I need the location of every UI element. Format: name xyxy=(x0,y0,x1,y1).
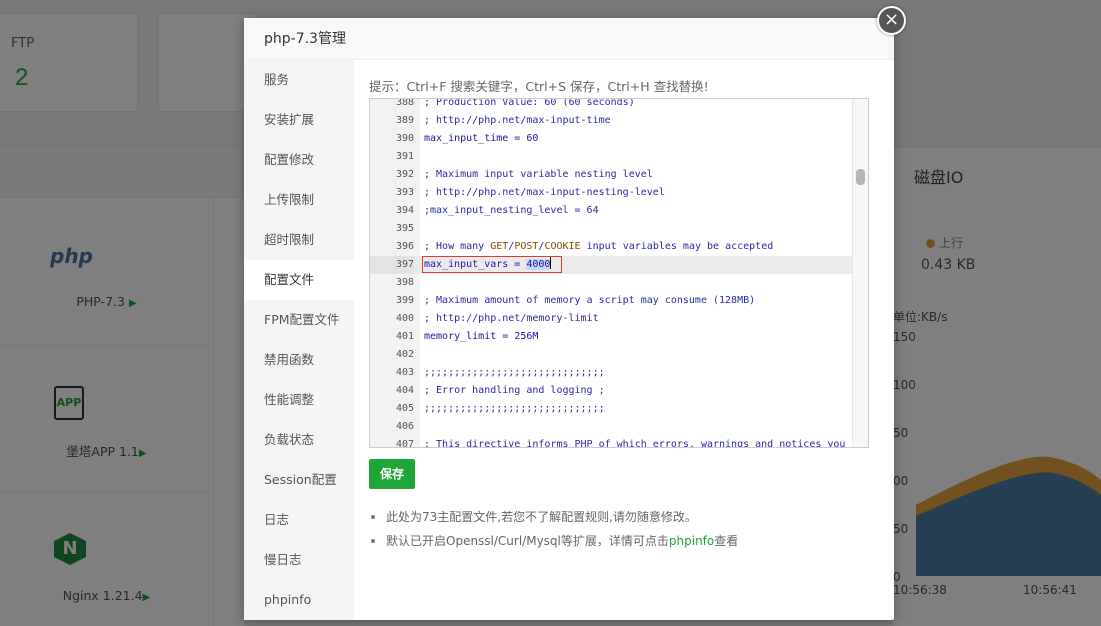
editor-scrollbar[interactable] xyxy=(852,99,868,447)
editor-line[interactable]: 400 ; http://php.net/memory-limit xyxy=(370,310,852,328)
line-number: 404 xyxy=(395,385,414,396)
sidebar-item[interactable]: 配置文件 xyxy=(244,260,354,300)
line-number: 391 xyxy=(395,151,414,162)
line-code[interactable]: max_input_time = 60 xyxy=(424,130,538,148)
line-number: 399 xyxy=(395,295,414,306)
dialog-sidebar: 服务 安装扩展 配置修改 上传限制 超时限制 配置文件 FPM配置文件 禁用函数 性能调整 负载状… xyxy=(244,60,354,620)
sidebar-item[interactable]: 慢日志 xyxy=(244,540,354,580)
code-editor[interactable]: 388; Production Value: 60 (60 seconds) 38… xyxy=(369,98,869,448)
shortcut-hint: 提示：Ctrl+F 搜索关键字，Ctrl+S 保存，Ctrl+H 查找替换! xyxy=(369,79,709,94)
editor-line[interactable]: 391 xyxy=(370,148,852,166)
close-icon[interactable]: × xyxy=(877,6,906,35)
line-code[interactable]: ; Production Value: 60 (60 seconds) xyxy=(424,99,635,112)
notes-list: 此处为73主配置文件,若您不了解配置规则,请勿随意修改。 默认已开启Openss… xyxy=(369,507,738,555)
line-code[interactable]: ; http://php.net/memory-limit xyxy=(424,310,599,328)
line-number: 406 xyxy=(395,421,414,432)
line-number: 401 xyxy=(395,331,414,342)
line-code[interactable]: ; http://php.net/max-input-nesting-level xyxy=(424,184,665,202)
phpinfo-link[interactable]: phpinfo xyxy=(669,534,714,548)
sidebar-item[interactable]: FPM配置文件 xyxy=(244,300,354,340)
editor-line[interactable]: 399 ; Maximum amount of memory a script m… xyxy=(370,292,852,310)
scrollbar-thumb[interactable] xyxy=(856,169,865,185)
sidebar-item[interactable]: 禁用函数 xyxy=(244,340,354,380)
sidebar-item[interactable]: 性能调整 xyxy=(244,380,354,420)
line-code[interactable]: ;;;;;;;;;;;;;;;;;;;;;;;;;;;;;; xyxy=(424,400,605,418)
line-code[interactable]: ; How many GET/POST/COOKIE input variabl… xyxy=(424,238,773,256)
line-number: 390 xyxy=(395,133,414,144)
line-number: 389 xyxy=(395,115,414,126)
editor-line[interactable]: 398 xyxy=(370,274,852,292)
editor-line[interactable]: 388 ; Production Value: 60 (60 seconds) xyxy=(370,98,852,112)
line-number: 405 xyxy=(395,403,414,414)
editor-line[interactable]: 389 ; http://php.net/max-input-time xyxy=(370,112,852,130)
dialog-title: php-7.3管理 xyxy=(244,18,894,60)
highlighted-setting[interactable]: max_input_vars = 4000 xyxy=(422,256,563,273)
sidebar-item[interactable]: 服务 xyxy=(244,60,354,100)
php-manage-dialog: php-7.3管理 服务 安装扩展 配置修改 上传限制 超时限制 配置文件 FPM配置文件禁… xyxy=(244,18,894,620)
line-number: 397 xyxy=(370,256,414,274)
line-number: 403 xyxy=(395,367,414,378)
editor-line[interactable]: 396 ; How many GET/POST/COOKIE input vari… xyxy=(370,238,852,256)
note-item: 此处为73主配置文件,若您不了解配置规则,请勿随意修改。 xyxy=(369,507,738,531)
line-number: 395 xyxy=(395,223,414,234)
sidebar-item[interactable]: 安装扩展 xyxy=(244,100,354,140)
config-file-panel: 提示：Ctrl+F 搜索关键字，Ctrl+S 保存，Ctrl+H 查找替换! 3… xyxy=(354,60,894,620)
editor-line[interactable]: 395 xyxy=(370,220,852,238)
editor-line[interactable]: 397 max_input_vars = 4000 xyxy=(370,256,852,274)
line-number: 393 xyxy=(395,187,414,198)
line-code[interactable]: max_input_vars = 4000 xyxy=(422,256,563,274)
line-code[interactable]: ; Error handling and logging ; xyxy=(424,382,605,400)
line-number: 407 xyxy=(395,439,414,448)
line-code[interactable]: ;;;;;;;;;;;;;;;;;;;;;;;;;;;;;; xyxy=(424,364,605,382)
line-code[interactable]: ; Maximum input variable nesting level xyxy=(424,166,653,184)
editor-line[interactable]: 406 xyxy=(370,418,852,436)
editor-line[interactable]: 401 memory_limit = 256M xyxy=(370,328,852,346)
save-button[interactable]: 保存 xyxy=(369,459,415,489)
editor-line[interactable]: 407 ; This directive informs PHP of which… xyxy=(370,436,852,448)
editor-line[interactable]: 402 xyxy=(370,346,852,364)
sidebar-item[interactable]: 日志 xyxy=(244,500,354,540)
selected-value[interactable]: 4000 xyxy=(526,259,551,270)
editor-line[interactable]: 404 ; Error handling and logging ; xyxy=(370,382,852,400)
line-number: 396 xyxy=(395,241,414,252)
note-item: 默认已开启Openssl/Curl/Mysql等扩展，详情可点击phpinfo查… xyxy=(369,531,738,555)
editor-line[interactable]: 393 ; http://php.net/max-input-nesting-le… xyxy=(370,184,852,202)
editor-line[interactable]: 403;;;;;;;;;;;;;;;;;;;;;;;;;;;;;; xyxy=(370,364,852,382)
sidebar-item[interactable]: phpinfo xyxy=(244,580,354,620)
line-code[interactable]: ; Maximum amount of memory a script may … xyxy=(424,292,755,310)
line-number: 400 xyxy=(395,313,414,324)
line-code[interactable]: ; http://php.net/max-input-time xyxy=(424,112,611,130)
line-number: 402 xyxy=(395,349,414,360)
editor-line[interactable]: 390 max_input_time = 60 xyxy=(370,130,852,148)
line-number: 388 xyxy=(395,98,414,108)
sidebar-item[interactable]: Session配置 xyxy=(244,460,354,500)
editor-lines[interactable]: 388; Production Value: 60 (60 seconds) 38… xyxy=(370,98,852,448)
editor-line[interactable]: 392 ; Maximum input variable nesting leve… xyxy=(370,166,852,184)
line-number: 392 xyxy=(395,169,414,180)
line-number: 398 xyxy=(395,277,414,288)
text-cursor xyxy=(550,257,552,269)
line-code[interactable]: memory_limit = 256M xyxy=(424,328,538,346)
line-code[interactable]: ; This directive informs PHP of which er… xyxy=(424,436,845,447)
sidebar-item[interactable]: 负载状态 xyxy=(244,420,354,460)
editor-line[interactable]: 394 ;max_input_nesting_level = 64 xyxy=(370,202,852,220)
line-number: 394 xyxy=(395,205,414,216)
editor-line[interactable]: 405;;;;;;;;;;;;;;;;;;;;;;;;;;;;;; xyxy=(370,400,852,418)
sidebar-item[interactable]: 超时限制 xyxy=(244,220,354,260)
sidebar-item[interactable]: 上传限制 xyxy=(244,180,354,220)
line-code[interactable]: ;max_input_nesting_level = 64 xyxy=(424,202,599,220)
sidebar-item[interactable]: 配置修改 xyxy=(244,140,354,180)
